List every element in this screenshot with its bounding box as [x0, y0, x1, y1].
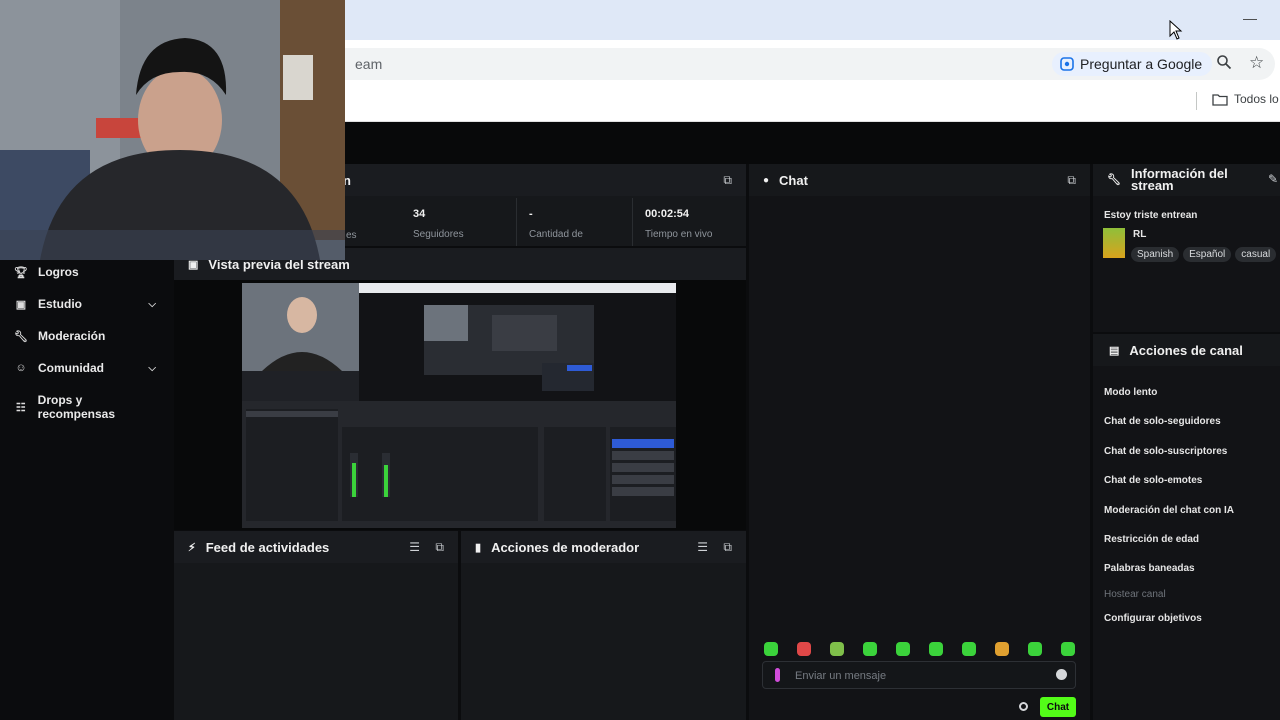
bookmark-star-icon[interactable]: ☆: [1249, 53, 1269, 73]
emote-icon[interactable]: [896, 642, 910, 656]
ask-google-button[interactable]: Preguntar a Google: [1052, 52, 1213, 76]
sidebar-item-drops[interactable]: ☷ Drops y recompensas: [14, 393, 160, 421]
tag: casual: [1235, 247, 1277, 262]
emote-icon[interactable]: [1028, 642, 1042, 656]
chevron-down-icon: ⌵: [148, 298, 156, 310]
send-chat-button[interactable]: Chat: [1040, 697, 1076, 717]
stat-item: - Cantidad de: [517, 198, 633, 246]
stat-value: -: [529, 208, 533, 220]
sidebar-item-logros[interactable]: 🏆︎ Logros: [14, 265, 160, 279]
zoom-icon[interactable]: [1216, 54, 1236, 74]
action-banned-words[interactable]: Palabras baneadas: [1104, 563, 1195, 574]
stream-info-header: 🔧︎ Información del stream: [1093, 164, 1280, 196]
channel-actions-title: Acciones de canal: [1129, 342, 1243, 358]
obs-screen-capture: [242, 283, 676, 528]
action-configure-goals[interactable]: Configurar objetivos: [1104, 613, 1202, 624]
all-bookmarks-button[interactable]: Todos lo: [1212, 92, 1279, 106]
chevron-down-icon: ⌵: [148, 362, 156, 374]
sidebar-item-label: Estudio: [38, 297, 82, 311]
action-slow-mode[interactable]: Modo lento: [1104, 387, 1157, 398]
action-host-channel: Hostear canal: [1104, 589, 1166, 600]
action-age-restriction[interactable]: Restricción de edad: [1104, 534, 1199, 545]
mod-actions-panel-title: Acciones de moderador: [491, 539, 640, 555]
mod-actions-panel: ▮ Acciones de moderador ☰ ⧉: [461, 531, 746, 720]
people-icon: ☺: [15, 362, 27, 374]
filter-icon[interactable]: ☰: [697, 540, 708, 554]
emote-icon[interactable]: [995, 642, 1009, 656]
user-badge-icon: [775, 668, 780, 682]
webcam-feed-image: [0, 0, 345, 260]
chat-bubble-icon: ●: [763, 174, 770, 186]
all-bookmarks-label: Todos lo: [1234, 92, 1279, 106]
emote-icon[interactable]: [929, 642, 943, 656]
folder-icon: [1212, 93, 1228, 106]
stream-info-title: Información del stream: [1130, 166, 1228, 193]
settings-gear-icon[interactable]: [1019, 702, 1028, 711]
tag: Español: [1183, 247, 1232, 262]
sidebar-item-label: Moderación: [38, 329, 106, 343]
sidebar-item-label: Comunidad: [38, 361, 104, 375]
sidebar-item-estudio[interactable]: ▣ Estudio ⌵: [14, 297, 160, 311]
stream-preview-video[interactable]: [242, 283, 676, 528]
shield-icon: ▮: [475, 541, 482, 554]
filter-icon[interactable]: ☰: [409, 540, 420, 554]
list-icon: ▤: [1109, 344, 1120, 357]
emote-icon[interactable]: [962, 642, 976, 656]
sidebar-item-moderacion[interactable]: 🔧︎ Moderación: [14, 329, 160, 343]
chat-panel: ● Chat ⧉: [749, 164, 1090, 720]
emoji-icon[interactable]: [1056, 669, 1067, 680]
mouse-cursor-icon: [1169, 20, 1183, 40]
action-ai-moderation[interactable]: Moderación del chat con IA: [1104, 505, 1234, 516]
channel-actions-header: ▤ Acciones de canal: [1093, 334, 1280, 366]
bookmarks-divider: [1196, 92, 1197, 110]
popout-icon[interactable]: ⧉: [1067, 173, 1076, 188]
activity-panel-title: Feed de actividades: [205, 539, 330, 555]
category-thumbnail: [1103, 228, 1125, 258]
tags-row: Spanish Español casual: [1131, 244, 1280, 262]
gift-icon: ☷: [15, 401, 26, 414]
emote-icon[interactable]: [830, 642, 844, 656]
sidebar-item-label: Drops y recompensas: [37, 393, 116, 421]
stat-value: 34: [413, 208, 426, 220]
minimize-button[interactable]: —: [1243, 10, 1257, 26]
chat-panel-title: Chat: [779, 172, 808, 188]
stat-value: 00:02:54: [645, 208, 690, 220]
stat-item: 00:02:54 Tiempo en vivo: [633, 198, 746, 246]
popout-icon[interactable]: ⧉: [435, 540, 444, 555]
stat-label: Cantidad de: [529, 229, 583, 240]
popout-icon[interactable]: ⧉: [723, 173, 732, 188]
stat-item: 34 Seguidores: [401, 198, 517, 246]
trophy-icon: 🏆︎: [14, 266, 28, 279]
emote-icon[interactable]: [863, 642, 877, 656]
url-text[interactable]: eam: [355, 56, 382, 72]
emote-icon[interactable]: [797, 642, 811, 656]
activity-feed-panel: ⚡︎ Feed de actividades ☰ ⧉: [174, 531, 458, 720]
action-followers-only[interactable]: Chat de solo-seguidores: [1104, 416, 1221, 427]
wrench-icon: 🔧︎: [1107, 174, 1121, 186]
tag: Spanish: [1131, 247, 1180, 262]
chat-input[interactable]: Enviar un mensaje: [762, 661, 1076, 689]
chat-input-placeholder: Enviar un mensaje: [795, 670, 887, 682]
sidebar-item-label: Logros: [38, 265, 79, 279]
google-lens-icon: [1060, 57, 1074, 71]
emote-icon[interactable]: [1061, 642, 1075, 656]
webcam-overlay: [0, 0, 345, 260]
ask-google-label: Preguntar a Google: [1080, 56, 1203, 72]
stat-label: Tiempo en vivo: [645, 229, 713, 240]
lightning-icon: ⚡︎: [188, 541, 196, 554]
stream-info-panel: 🔧︎ Información del stream ✎ Estoy triste…: [1093, 164, 1280, 332]
category-name: RL: [1133, 229, 1147, 240]
wrench-icon: 🔧︎: [14, 330, 28, 343]
stat-label: Seguidores: [413, 229, 464, 240]
popout-icon[interactable]: ⧉: [723, 540, 732, 555]
emote-icon[interactable]: [764, 642, 778, 656]
studio-icon: ▣: [15, 298, 27, 311]
action-emotes-only[interactable]: Chat de solo-emotes: [1104, 475, 1202, 486]
stream-title-text: Estoy triste entrean: [1104, 210, 1198, 221]
chat-panel-header: ● Chat: [749, 164, 1090, 196]
action-subscribers-only[interactable]: Chat de solo-suscriptores: [1104, 446, 1227, 457]
edit-icon[interactable]: ✎: [1268, 172, 1278, 186]
sidebar-item-comunidad[interactable]: ☺ Comunidad ⌵: [14, 361, 160, 375]
